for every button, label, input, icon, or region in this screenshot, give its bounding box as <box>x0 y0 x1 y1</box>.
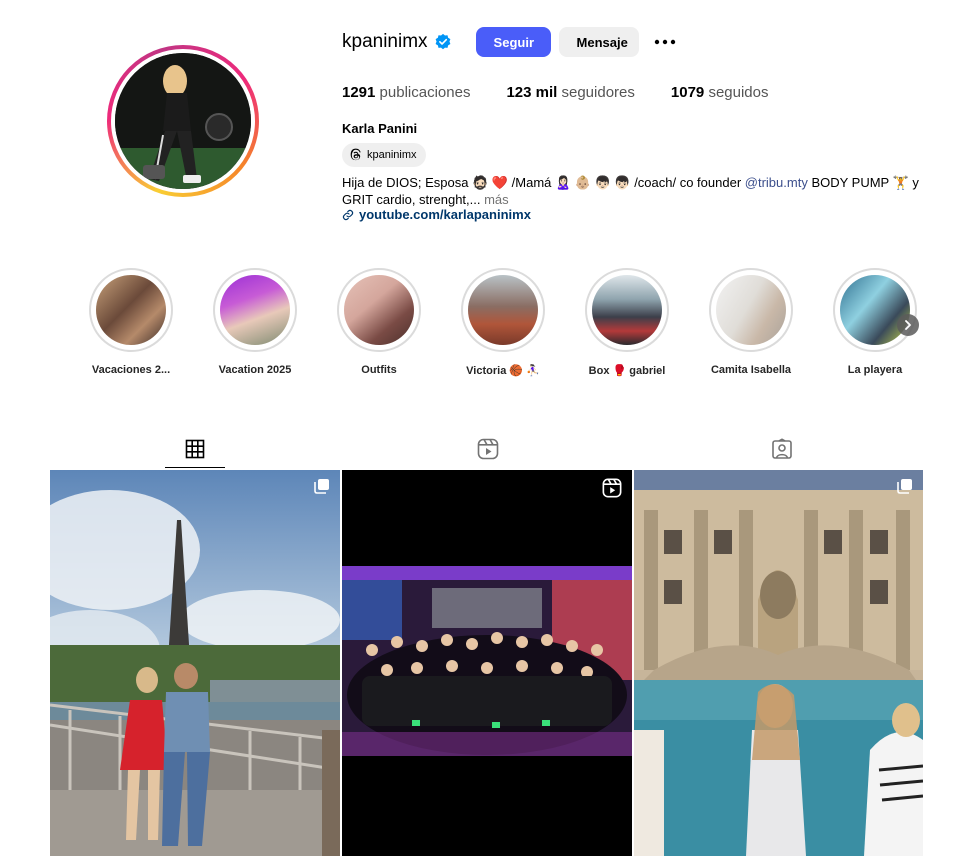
highlight-cover <box>96 275 166 345</box>
profile-external-link[interactable]: youtube.com/karlapaninimx <box>342 207 531 222</box>
bio-more-link[interactable]: más <box>484 192 509 207</box>
profile-username: kpaninimx <box>342 31 428 52</box>
highlight-label: Camita Isabella <box>710 364 792 376</box>
tab-posts[interactable] <box>165 430 225 468</box>
highlight-item[interactable]: Vacation 2025 <box>195 268 315 376</box>
highlight-label: Victoria 🏀 ⛹🏻‍♀️ <box>466 365 540 377</box>
post-image <box>342 470 632 856</box>
reels-icon <box>602 478 622 498</box>
highlight-item[interactable]: Vacaciones 2... <box>71 268 191 376</box>
highlights-next-icon[interactable] <box>897 314 919 336</box>
reels-icon <box>477 438 499 460</box>
post-image <box>50 470 340 856</box>
post-tile[interactable] <box>50 470 340 856</box>
highlight-item[interactable]: Camita Isabella <box>691 268 811 376</box>
message-button[interactable]: Mensaje <box>558 27 639 57</box>
highlight-cover <box>468 275 538 345</box>
posts-count: 1291 publicaciones <box>342 84 471 101</box>
highlight-cover <box>592 275 662 345</box>
threads-badge[interactable]: kpaninimx <box>342 143 426 167</box>
highlight-cover <box>344 275 414 345</box>
profile-stats: 1291 publicaciones 123 mil seguidores 10… <box>342 84 804 101</box>
followers-count[interactable]: 123 mil seguidores <box>506 84 634 101</box>
highlight-item[interactable]: Box 🥊 gabriel <box>567 268 687 377</box>
post-tile[interactable] <box>634 470 923 856</box>
highlight-item[interactable]: Outfits <box>319 268 439 376</box>
profile-bio: Hija de DIOS; Esposa 🧔🏻 ❤️ /Mamá 🙎🏻‍♀️ 👶… <box>342 175 919 207</box>
grid-icon <box>185 439 205 459</box>
active-tab-indicator <box>165 467 225 468</box>
profile-avatar <box>115 53 251 189</box>
following-count[interactable]: 1079 seguidos <box>671 84 769 101</box>
highlight-label: Vacation 2025 <box>218 364 292 376</box>
more-options-icon[interactable] <box>653 30 677 54</box>
highlight-label: La playera <box>847 364 903 376</box>
post-image <box>634 470 923 856</box>
highlight-cover <box>840 275 910 345</box>
username-row: kpaninimx Seguir Mensaje <box>342 26 677 58</box>
highlight-label: Outfits <box>361 364 397 376</box>
highlight-item[interactable]: Victoria 🏀 ⛹🏻‍♀️ <box>443 268 563 377</box>
tab-tagged[interactable] <box>752 430 812 468</box>
follow-button[interactable]: Seguir <box>475 27 551 57</box>
link-icon <box>342 209 354 220</box>
highlight-label: Box 🥊 gabriel <box>588 365 666 377</box>
tab-reels[interactable] <box>458 430 518 468</box>
highlight-cover <box>716 275 786 345</box>
threads-handle: kpaninimx <box>367 149 417 161</box>
profile-avatar-ring[interactable] <box>107 45 259 197</box>
highlight-label: Vacaciones 2... <box>91 364 171 376</box>
carousel-icon <box>314 479 329 494</box>
bio-mention-link[interactable]: @tribu.mty <box>745 175 808 190</box>
profile-tabs <box>50 430 923 470</box>
carousel-icon <box>897 479 912 494</box>
tagged-icon <box>772 438 792 459</box>
profile-full-name: Karla Panini <box>342 121 418 136</box>
post-tile[interactable] <box>342 470 632 856</box>
threads-icon <box>350 148 361 161</box>
highlight-cover <box>220 275 290 345</box>
verified-badge-icon <box>435 33 450 50</box>
